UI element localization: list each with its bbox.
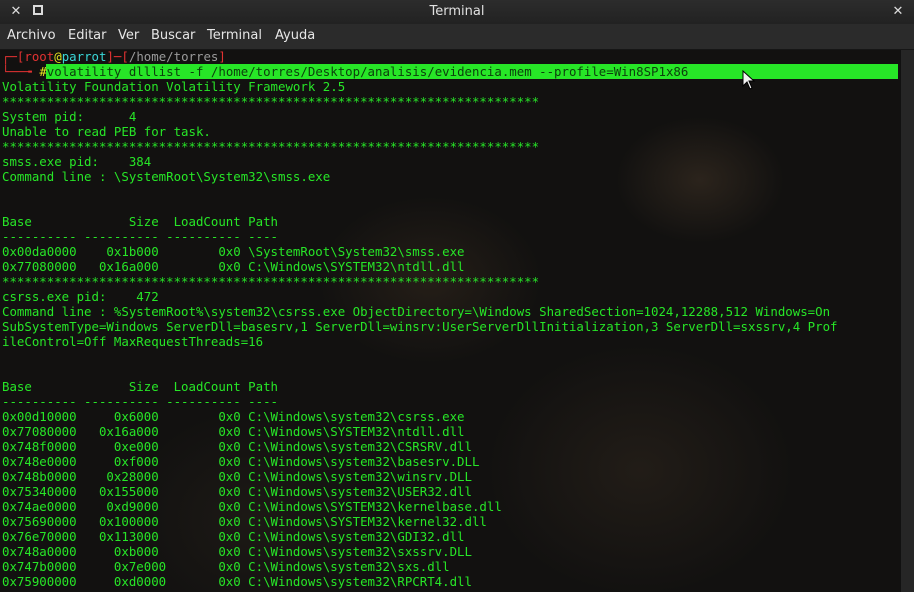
output-line: ****************************************…: [2, 139, 540, 154]
output-line: 0x76e70000 0x113000 0x0 C:\Windows\syste…: [2, 529, 465, 544]
prompt-line-2: └──╼ #volatility dlllist -f /home/torres…: [2, 64, 688, 79]
prompt-bracket-open: ┌─[: [2, 49, 25, 64]
output-line: ****************************************…: [2, 274, 540, 289]
menu-editar[interactable]: Editar: [68, 28, 107, 43]
output-line: csrss.exe pid: 472: [2, 289, 159, 304]
output-line: ---------- ---------- ---------- ----: [2, 394, 279, 409]
menu-bar: Archivo Editar Ver Buscar Terminal Ayuda: [0, 24, 914, 50]
output-line: 0x00da0000 0x1b000 0x0 \SystemRoot\Syste…: [2, 244, 465, 259]
output-line: 0x747b0000 0x7e000 0x0 C:\Windows\system…: [2, 559, 450, 574]
output-line: 0x77080000 0x16a000 0x0 C:\Windows\SYSTE…: [2, 424, 465, 439]
output-line: 0x75900000 0xd0000 0x0 C:\Windows\system…: [2, 574, 472, 589]
output-line: ileControl=Off MaxRequestThreads=16: [2, 334, 264, 349]
output-line: ---------- ---------- ---------- ----: [2, 229, 279, 244]
output-line: 0x00d10000 0x6000 0x0 C:\Windows\system3…: [2, 409, 465, 424]
prompt-at: @: [54, 49, 62, 64]
output-line: 0x748e0000 0xf000 0x0 C:\Windows\system3…: [2, 454, 480, 469]
output-line: 0x77080000 0x16a000 0x0 C:\Windows\SYSTE…: [2, 259, 465, 274]
prompt-corner: └──╼: [2, 64, 40, 79]
mouse-pointer-icon: [742, 70, 756, 90]
output-line: 0x748b0000 0x28000 0x0 C:\Windows\system…: [2, 469, 472, 484]
prompt-bracket-mid: ]─[: [106, 49, 129, 64]
menu-buscar[interactable]: Buscar: [151, 28, 195, 43]
prompt-hash: #: [39, 64, 47, 79]
output-line: Base Size LoadCount Path: [2, 379, 279, 394]
output-line: Command line : %SystemRoot%\system32\csr…: [2, 304, 831, 319]
menu-ver[interactable]: Ver: [118, 28, 139, 43]
menu-archivo[interactable]: Archivo: [7, 28, 56, 43]
title-bar[interactable]: ✕ Terminal ✕: [0, 0, 914, 24]
menu-terminal[interactable]: Terminal: [207, 28, 262, 43]
prompt-bracket-close: ]: [218, 49, 226, 64]
output-line: 0x74ae0000 0xd9000 0x0 C:\Windows\SYSTEM…: [2, 499, 502, 514]
output-line: 0x748a0000 0xb000 0x0 C:\Windows\system3…: [2, 544, 472, 559]
prompt-host: parrot: [61, 49, 107, 64]
output-line: Base Size LoadCount Path: [2, 214, 279, 229]
vertical-scrollbar[interactable]: [900, 50, 914, 592]
prompt-path: /home/torres: [128, 49, 219, 64]
command-text[interactable]: volatility dlllist -f /home/torres/Deskt…: [47, 64, 689, 79]
output-line: 0x75690000 0x100000 0x0 C:\Windows\SYSTE…: [2, 514, 487, 529]
output-line: Unable to read PEB for task.: [2, 124, 211, 139]
output-line: Volatility Foundation Volatility Framewo…: [2, 79, 346, 94]
output-line: ****************************************…: [2, 94, 540, 109]
output-line: 0x748f0000 0xe000 0x0 C:\Windows\system3…: [2, 439, 472, 454]
prompt-user: root: [24, 49, 55, 64]
window-title: Terminal: [429, 4, 485, 19]
terminal-window: ✕ Terminal ✕ Archivo Editar Ver Buscar T…: [0, 0, 914, 592]
output-line: Command line : \SystemRoot\System32\smss…: [2, 169, 331, 184]
prompt-line-1: ┌─[root@parrot]─[/home/torres]: [2, 49, 226, 64]
menu-ayuda[interactable]: Ayuda: [275, 28, 315, 43]
close-right-icon[interactable]: ✕: [888, 2, 908, 22]
output-line: SubSystemType=Windows ServerDll=basesrv,…: [2, 319, 838, 334]
output-line: System pid: 4: [2, 109, 137, 124]
output-line: smss.exe pid: 384: [2, 154, 152, 169]
output-line: 0x75340000 0x155000 0x0 C:\Windows\syste…: [2, 484, 472, 499]
